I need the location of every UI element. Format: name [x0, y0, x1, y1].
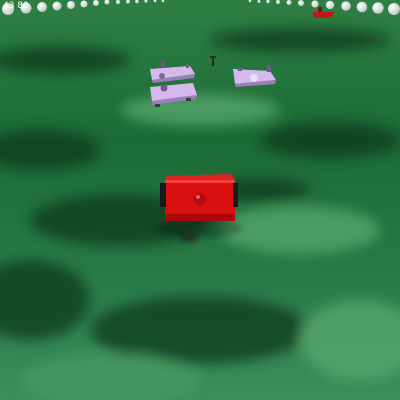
boundary-ball-icon — [80, 0, 88, 8]
boundary-ball-icon — [37, 2, 47, 12]
boundary-ball-icon — [275, 0, 281, 5]
boundary-ball-icon — [298, 0, 304, 6]
boundary-ball-icon — [372, 2, 384, 14]
boundary-ball-icon — [115, 0, 121, 5]
boundary-ball-icon — [356, 1, 368, 13]
player-car-icon — [312, 12, 334, 18]
game-viewport[interactable]: 43 80 — [0, 0, 400, 400]
hud-counter: 43 80 — [3, 1, 29, 11]
arena-field — [0, 0, 400, 400]
boundary-ball-icon — [52, 1, 62, 11]
boundary-ball-icon — [67, 1, 75, 9]
boundary-ball-icon — [257, 0, 261, 3]
boundary-ball-icon — [341, 1, 351, 11]
player-car — [160, 174, 238, 221]
boundary-ball-icon — [311, 0, 319, 8]
boundary-ball-icon — [388, 3, 400, 15]
boundary-ball-icon — [93, 0, 99, 6]
boundary-ball-icon — [286, 0, 292, 5]
boundary-ball-icon — [325, 0, 335, 10]
